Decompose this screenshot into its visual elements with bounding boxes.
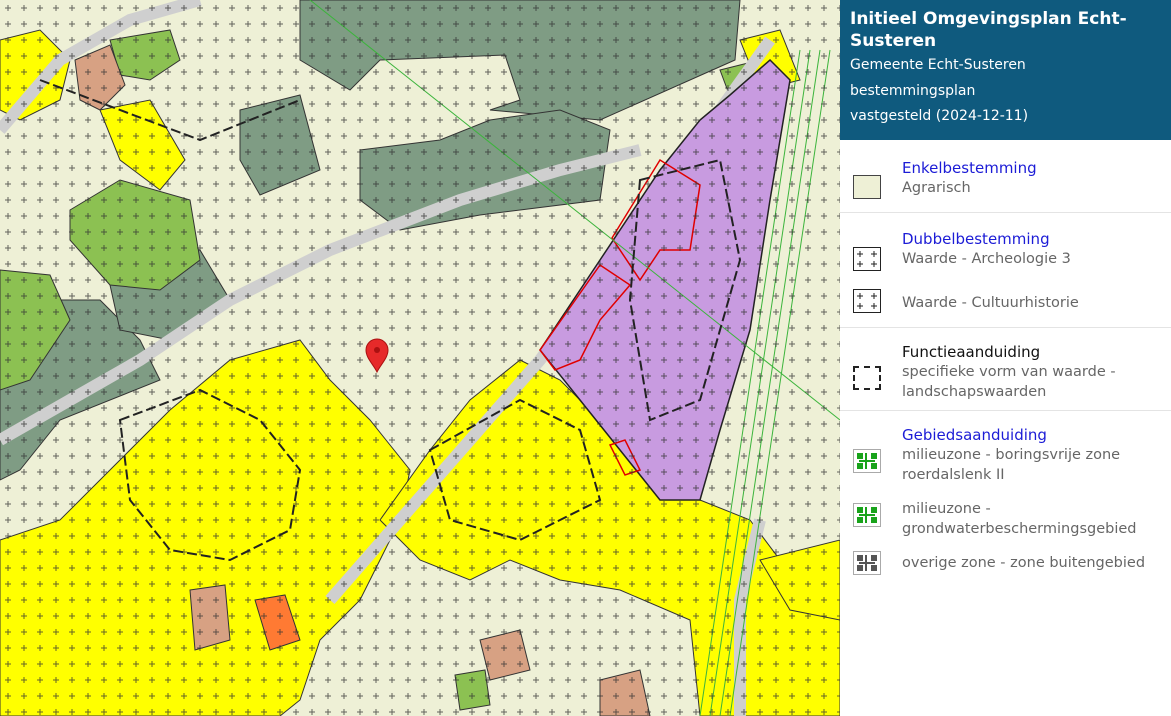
plan-type-label: bestemmingsplan (850, 83, 976, 99)
green-zone-swatch (853, 503, 881, 527)
legend-group-dubbelbestemming: Dubbelbestemming Waarde - Archeologie 3 … (840, 213, 1171, 328)
legend-group-title[interactable]: Gebiedsaanduiding (840, 425, 1171, 445)
gray-zone-swatch (853, 551, 881, 575)
agrarisch-swatch (853, 175, 881, 199)
legend-item-grondwaterbescherming: milieuzone - grondwaterbeschermingsgebie… (840, 499, 1171, 539)
legend-group-title[interactable]: Functieaanduiding (840, 342, 1171, 362)
green-zone-swatch (853, 449, 881, 473)
legend-item-boringsvrije-zone: milieuzone - boringsvrije zone roerdalsl… (840, 445, 1171, 485)
legend-group-functieaanduiding: Functieaanduiding specifieke vorm van wa… (840, 328, 1171, 411)
legend-group-title[interactable]: Enkelbestemming (840, 158, 1171, 178)
legend-panel: Initieel Omgevingsplan Echt-Susteren Gem… (840, 0, 1171, 716)
dashed-outline-swatch (853, 366, 881, 390)
cross-hatch-swatch (853, 247, 881, 271)
legend-item-cultuurhistorie: Waarde - Cultuurhistorie (840, 289, 1171, 319)
legend: Enkelbestemming Agrarisch Dubbelbestemmi… (840, 140, 1171, 587)
legend-item-zone-buitengebied: overige zone - zone buitengebied (840, 551, 1171, 579)
panel-header: Initieel Omgevingsplan Echt-Susteren Gem… (840, 0, 1171, 140)
legend-item-archeologie: Waarde - Archeologie 3 (840, 247, 1171, 275)
legend-item-agrarisch: Agrarisch (840, 175, 1171, 204)
legend-group-gebiedsaanduiding: Gebiedsaanduiding milieuzone - boringsvr… (840, 411, 1171, 587)
legend-item-landschapswaarden: specifieke vorm van waarde - landschapsw… (840, 362, 1171, 402)
municipality-label: Gemeente Echt-Susteren (850, 57, 1026, 73)
legend-group-title[interactable]: Dubbelbestemming (840, 229, 1171, 249)
cross-hatch-swatch (853, 289, 881, 313)
plan-title: Initieel Omgevingsplan Echt-Susteren (850, 9, 1127, 51)
plan-status-label: vastgesteld (2024-12-11) (850, 108, 1029, 124)
map-canvas[interactable] (0, 0, 840, 716)
legend-group-enkelbestemming: Enkelbestemming Agrarisch (840, 140, 1171, 213)
